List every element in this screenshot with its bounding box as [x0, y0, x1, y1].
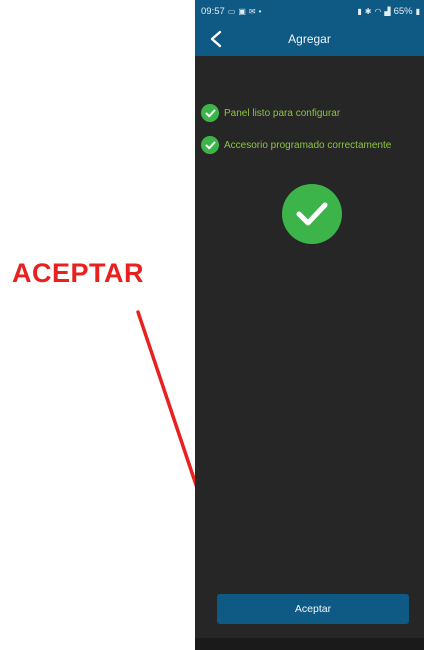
battery-icon: ▮ — [415, 6, 420, 16]
wifi-icon: ◠ — [374, 6, 382, 16]
signal-icon: ▟ — [384, 6, 391, 16]
back-button[interactable] — [205, 28, 227, 50]
chevron-left-icon — [210, 30, 222, 48]
image-icon: ▣ — [238, 6, 246, 16]
annotation-label: ACEPTAR — [12, 258, 145, 288]
step-item: Panel listo para configurar — [195, 102, 424, 124]
success-check-icon — [282, 184, 342, 244]
step-label: Panel listo para configurar — [224, 107, 341, 119]
status-time: 09:57 — [201, 5, 225, 17]
bluetooth-icon: ✱ — [364, 6, 372, 16]
step-label: Accesorio programado correctamente — [224, 139, 392, 151]
page-title: Agregar — [288, 32, 331, 46]
check-circle-icon — [201, 136, 219, 154]
accept-button[interactable]: Aceptar — [217, 594, 409, 624]
status-bar: 09:57 ▭ ▣ ✉ • ▮ ✱ ◠ ▟ 65% ▮ — [195, 0, 424, 22]
steps-list: Panel listo para configurar Accesorio pr… — [195, 56, 424, 156]
phone-screen: 09:57 ▭ ▣ ✉ • ▮ ✱ ◠ ▟ 65% ▮ Agregar Pane — [195, 0, 424, 650]
check-circle-icon — [201, 104, 219, 122]
mail-icon: ▭ — [227, 6, 236, 16]
step-item: Accesorio programado correctamente — [195, 134, 424, 156]
battery-level: 65% — [393, 5, 413, 17]
message-icon: ✉ — [248, 6, 256, 16]
dot-icon: • — [258, 6, 262, 16]
app-bar: Agregar — [195, 22, 424, 56]
navigation-bar — [195, 638, 424, 650]
vibrate-icon: ▮ — [357, 6, 362, 16]
